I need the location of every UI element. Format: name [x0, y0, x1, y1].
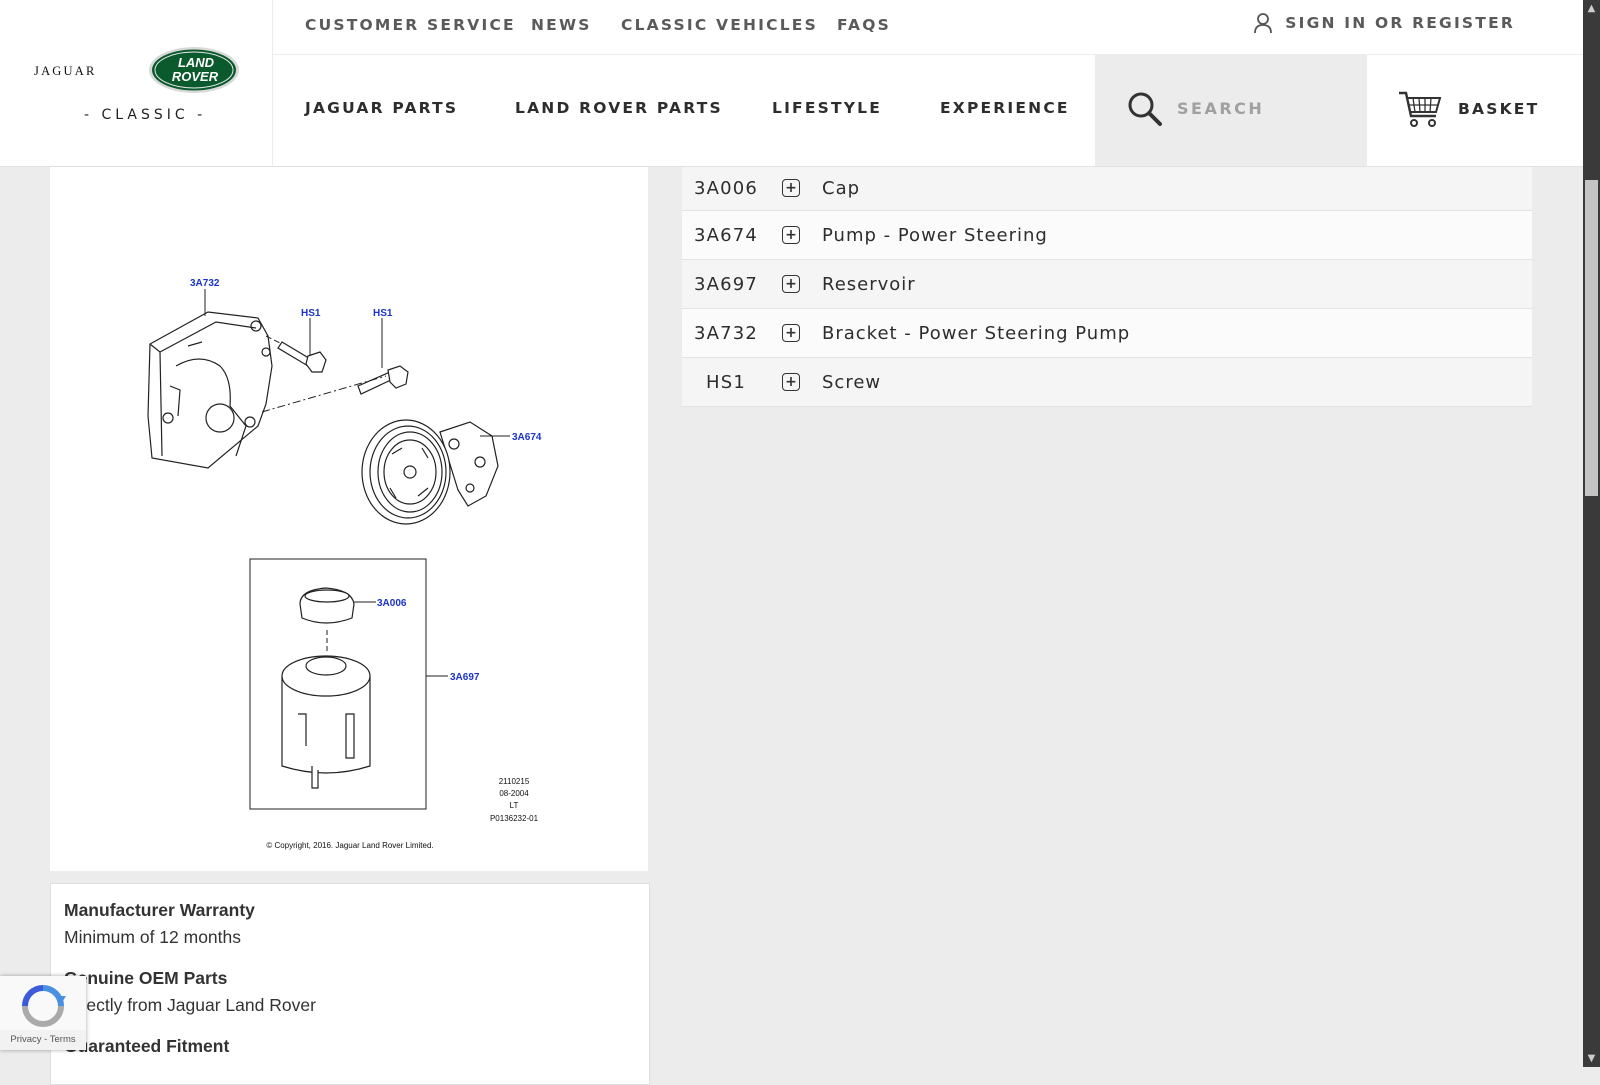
nav-jaguar-parts[interactable]: JAGUAR PARTS — [305, 99, 458, 117]
cap-drawing — [299, 587, 355, 624]
callout-screw-right[interactable]: HS1 — [373, 308, 393, 319]
plus-square-icon[interactable]: + — [782, 324, 800, 342]
fitment-title: Guaranteed Fitment — [64, 1036, 230, 1056]
land-rover-oval-logo: LAND ROVER — [149, 47, 239, 93]
bracket-drawing — [147, 311, 273, 469]
diagram-ref-line-2: 08-2004 — [499, 789, 529, 798]
shopping-cart-icon — [1399, 91, 1442, 127]
recaptcha-icon — [22, 985, 66, 1027]
part-code: 3A732 — [693, 322, 759, 344]
part-code: 3A006 — [693, 177, 759, 199]
user-icon — [1254, 13, 1273, 34]
part-code: HS1 — [705, 371, 746, 393]
scroll-thumb[interactable] — [1585, 180, 1598, 496]
plus-square-icon[interactable]: + — [782, 226, 800, 244]
brand-logo[interactable]: JAGUAR LAND ROVER - CLASSIC - — [0, 0, 273, 166]
part-row-3a674[interactable]: 3A674 + Pump - Power Steering — [682, 211, 1532, 260]
nav-customer-service[interactable]: CUSTOMER SERVICE — [305, 16, 516, 34]
part-row-3a732[interactable]: 3A732 + Bracket - Power Steering Pump — [682, 309, 1532, 358]
classic-wordmark: - CLASSIC - — [84, 107, 207, 123]
part-code: 3A674 — [693, 224, 759, 246]
basket-label: BASKET — [1458, 100, 1540, 118]
page-scrollbar[interactable]: ▲ ▼ — [1583, 0, 1600, 1067]
plus-square-icon[interactable]: + — [782, 275, 800, 293]
sign-in-label: SIGN IN OR REGISTER — [1285, 14, 1515, 32]
svg-text:LAND: LAND — [178, 55, 215, 70]
part-name: Reservoir — [822, 273, 916, 295]
reservoir-drawing — [281, 655, 371, 789]
diagram-ref-line-1: 2110215 — [499, 777, 530, 786]
nav-land-rover-parts[interactable]: LAND ROVER PARTS — [515, 99, 723, 117]
callout-cap[interactable]: 3A006 — [377, 598, 407, 609]
benefits-box: Manufacturer Warranty Minimum of 12 mont… — [50, 883, 650, 1085]
part-name: Bracket - Power Steering Pump — [822, 322, 1131, 344]
callout-pump[interactable]: 3A674 — [512, 432, 542, 443]
part-name: Cap — [822, 177, 861, 199]
warranty-text: Minimum of 12 months — [64, 927, 242, 947]
site-header: JAGUAR LAND ROVER - CLASSIC - CUSTOMER S… — [0, 0, 1583, 167]
screws-drawing — [277, 341, 409, 395]
search-icon[interactable] — [1127, 91, 1163, 127]
parts-diagram-panel: 3A732 HS1 HS1 3A674 3A006 3A697 2110215 … — [50, 166, 648, 871]
part-row-3a006[interactable]: 3A006 + Cap — [682, 166, 1532, 211]
oem-title: Genuine OEM Parts — [64, 968, 228, 988]
part-name: Pump - Power Steering — [822, 224, 1048, 246]
warranty-title: Manufacturer Warranty — [64, 900, 255, 920]
top-nav: CUSTOMER SERVICE NEWS CLASSIC VEHICLES F… — [272, 0, 1583, 55]
sign-in-link[interactable]: SIGN IN OR REGISTER — [1253, 12, 1515, 34]
scroll-down-icon[interactable]: ▼ — [1583, 1050, 1600, 1067]
diagram-ref-line-3: LT — [510, 801, 519, 810]
part-row-3a697[interactable]: 3A697 + Reservoir — [682, 260, 1532, 309]
plus-square-icon[interactable]: + — [782, 179, 800, 197]
jaguar-wordmark: JAGUAR — [34, 64, 97, 78]
recaptcha-links[interactable]: Privacy - Terms — [0, 1030, 86, 1050]
diagram-ref-line-4: P0136232-01 — [490, 814, 539, 823]
nav-lifestyle[interactable]: LIFESTYLE — [772, 99, 882, 117]
diagram-copyright: © Copyright, 2016. Jaguar Land Rover Lim… — [266, 841, 433, 850]
part-name: Screw — [822, 371, 882, 393]
search-input[interactable] — [1175, 98, 1349, 119]
part-code: 3A697 — [693, 273, 759, 295]
basket-button[interactable]: BASKET — [1398, 90, 1539, 128]
scroll-up-icon[interactable]: ▲ — [1583, 0, 1600, 17]
part-row-hs1[interactable]: HS1 + Screw — [682, 358, 1532, 407]
callout-bracket[interactable]: 3A732 — [190, 278, 220, 289]
plus-square-icon[interactable]: + — [782, 373, 800, 391]
nav-experience[interactable]: EXPERIENCE — [940, 99, 1070, 117]
nav-news[interactable]: NEWS — [531, 16, 592, 34]
callout-screw-left[interactable]: HS1 — [301, 308, 321, 319]
exploded-parts-diagram[interactable]: 3A732 HS1 HS1 3A674 3A006 3A697 2110215 … — [50, 166, 648, 871]
parts-list: 3A006 + Cap 3A674 + Pump - Power Steerin… — [682, 166, 1532, 407]
nav-faqs[interactable]: FAQS — [837, 16, 891, 34]
callout-reservoir[interactable]: 3A697 — [450, 672, 480, 683]
svg-text:ROVER: ROVER — [172, 69, 219, 84]
search-box[interactable] — [1095, 54, 1367, 166]
nav-classic-vehicles[interactable]: CLASSIC VEHICLES — [621, 16, 818, 34]
oem-text: Directly from Jaguar Land Rover — [64, 995, 316, 1015]
pump-drawing — [361, 419, 499, 525]
recaptcha-badge[interactable]: Privacy - Terms — [0, 976, 86, 1050]
